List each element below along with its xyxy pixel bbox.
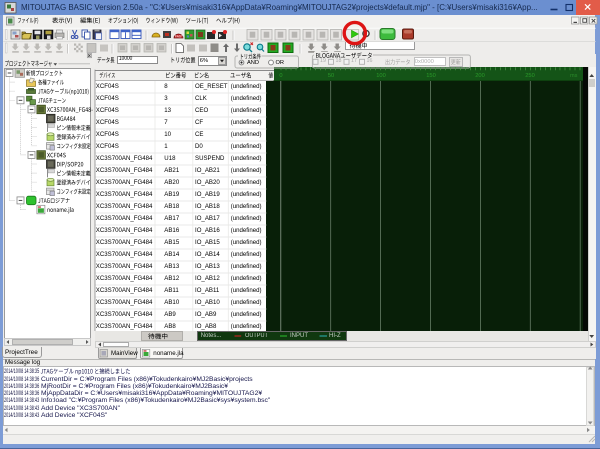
svg-text:FAST: FAST [175, 35, 183, 39]
